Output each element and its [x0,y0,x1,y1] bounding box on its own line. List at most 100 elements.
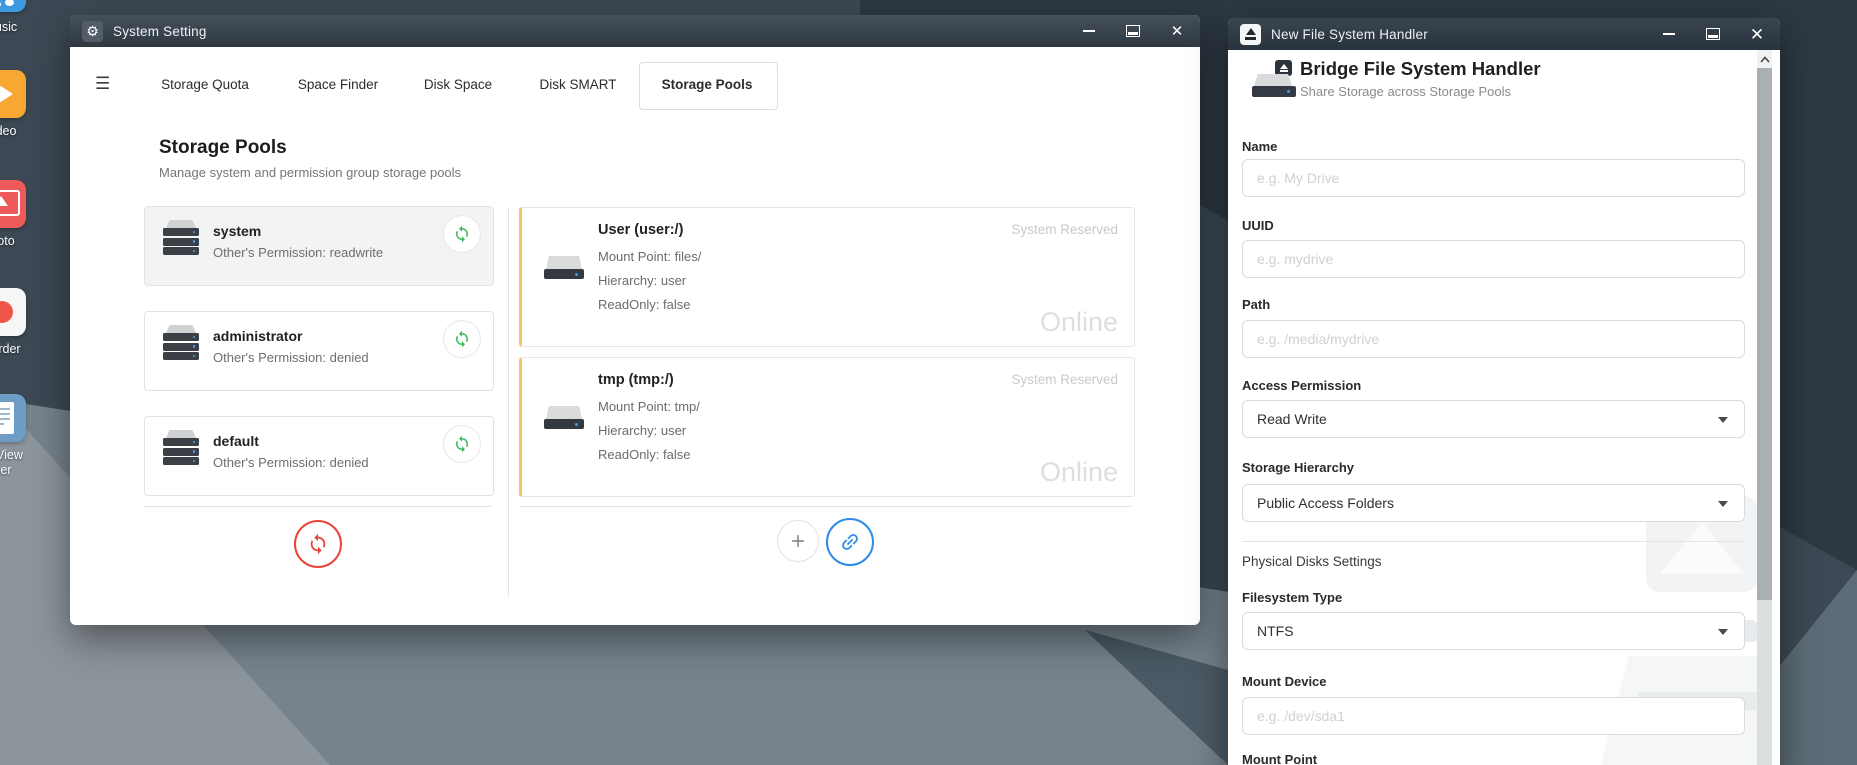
refresh-pools-button[interactable] [294,520,342,568]
record-dot-icon [0,301,13,323]
dock-label-music: usic [0,20,36,34]
filesystem-type-label: Filesystem Type [1242,590,1342,605]
chevron-down-icon [1718,417,1728,423]
tab-storage-pools[interactable]: Storage Pools [662,77,753,92]
uuid-input[interactable] [1242,240,1745,278]
window-title: New File System Handler [1271,27,1428,42]
mount-readonly: ReadOnly: false [598,447,691,462]
photo-icon[interactable] [0,180,26,228]
column-separator [508,207,509,597]
close-icon: ✕ [1750,26,1764,43]
chevron-down-icon [1718,629,1728,635]
name-label: Name [1242,139,1277,154]
tab-disk-smart[interactable]: Disk SMART [539,77,616,92]
dock-label-video: deo [0,124,36,138]
link-icon [834,526,865,557]
file-viewer-icon[interactable] [0,394,26,442]
mount-title: tmp (tmp:/) [598,372,674,388]
pool-sync-button[interactable] [443,425,481,463]
sync-icon [453,225,471,243]
recorder-icon[interactable] [0,288,26,336]
handler-header-subtitle: Share Storage across Storage Pools [1300,84,1511,99]
mount-list-divider [519,506,1131,507]
filesystem-type-value: NTFS [1257,623,1294,639]
chevron-down-icon [1718,501,1728,507]
mount-title: User (user:/) [598,222,683,238]
close-button[interactable]: ✕ [1748,25,1766,43]
pool-card-system[interactable]: system Other's Permission: readwrite [144,206,494,286]
pool-permission: Other's Permission: denied [213,350,369,365]
maximize-button[interactable] [1124,22,1142,40]
minimize-button[interactable] [1080,22,1098,40]
document-icon [0,402,14,434]
page-title: Storage Pools [159,137,287,159]
minimize-button[interactable] [1660,25,1678,43]
handler-header-icon [1252,60,1296,100]
video-icon[interactable] [0,70,26,118]
sync-icon [453,330,471,348]
filesystem-type-select[interactable]: NTFS [1242,612,1745,650]
maximize-icon [1706,28,1720,40]
pool-sync-button[interactable] [443,320,481,358]
link-mount-button[interactable] [826,518,874,566]
pool-card-administrator[interactable]: administrator Other's Permission: denied [144,311,494,391]
dock-label-fileviewer-2: er [0,463,36,477]
tab-space-finder[interactable]: Space Finder [298,77,378,92]
mount-device-input[interactable] [1242,697,1745,735]
music-icon[interactable] [0,0,26,12]
tab-disk-space[interactable]: Disk Space [424,77,492,92]
pool-card-default[interactable]: default Other's Permission: denied [144,416,494,496]
dock-label-fileviewer-1: eView [0,448,36,462]
plus-icon [788,531,808,551]
mount-point-label: Mount Point [1242,752,1317,765]
mount-point: Mount Point: tmp/ [598,399,700,414]
physical-disks-section-label: Physical Disks Settings [1242,554,1382,569]
mountain-icon [0,196,8,206]
dock-label-recorder: order [0,342,36,356]
mount-readonly: ReadOnly: false [598,297,691,312]
path-label: Path [1242,297,1270,312]
play-icon [0,83,13,105]
add-mount-button[interactable] [777,520,819,562]
mount-point: Mount Point: files/ [598,249,701,264]
uuid-label: UUID [1242,218,1274,233]
online-status: Online [1040,307,1118,338]
tab-storage-quota[interactable]: Storage Quota [161,77,249,92]
pool-name: system [213,223,261,239]
path-input[interactable] [1242,320,1745,358]
maximize-icon [1126,25,1140,37]
access-permission-value: Read Write [1257,411,1327,427]
close-icon: ✕ [1171,24,1184,39]
access-permission-select[interactable]: Read Write [1242,400,1745,438]
close-button[interactable]: ✕ [1168,22,1186,40]
mount-device-label: Mount Device [1242,674,1327,689]
form-section-divider [1242,541,1745,542]
refresh-icon [307,533,329,555]
mount-hierarchy: Hierarchy: user [598,423,686,438]
mount-hierarchy: Hierarchy: user [598,273,686,288]
desktop: usic deo oto order eView er ⚙ System Set… [0,0,1857,765]
page-subtitle: Manage system and permission group stora… [159,165,461,180]
name-input[interactable] [1242,159,1745,197]
pool-permission: Other's Permission: denied [213,455,369,470]
maximize-button[interactable] [1704,25,1722,43]
pool-name: administrator [213,328,302,344]
storage-pool-icon [163,220,199,262]
pool-name: default [213,433,259,449]
pool-permission: Other's Permission: readwrite [213,245,383,260]
system-setting-titlebar[interactable]: ⚙ System Setting [70,15,1200,47]
storage-pool-icon [163,325,199,367]
scrollbar-thumb[interactable] [1757,68,1772,600]
mount-card-tmp[interactable]: tmp (tmp:/) Mount Point: tmp/ Hierarchy:… [519,357,1135,497]
scrollbar-up-button[interactable] [1757,50,1772,68]
system-reserved-badge: System Reserved [1011,222,1118,237]
menu-button[interactable]: ☰ [95,75,110,92]
storage-pool-icon [163,430,199,472]
minimize-icon [1663,33,1675,35]
drive-icon [544,406,584,432]
mount-card-user[interactable]: User (user:/) Mount Point: files/ Hierar… [519,207,1135,347]
storage-hierarchy-select[interactable]: Public Access Folders [1242,484,1745,522]
access-permission-label: Access Permission [1242,378,1361,393]
storage-hierarchy-label: Storage Hierarchy [1242,460,1354,475]
pool-sync-button[interactable] [443,215,481,253]
